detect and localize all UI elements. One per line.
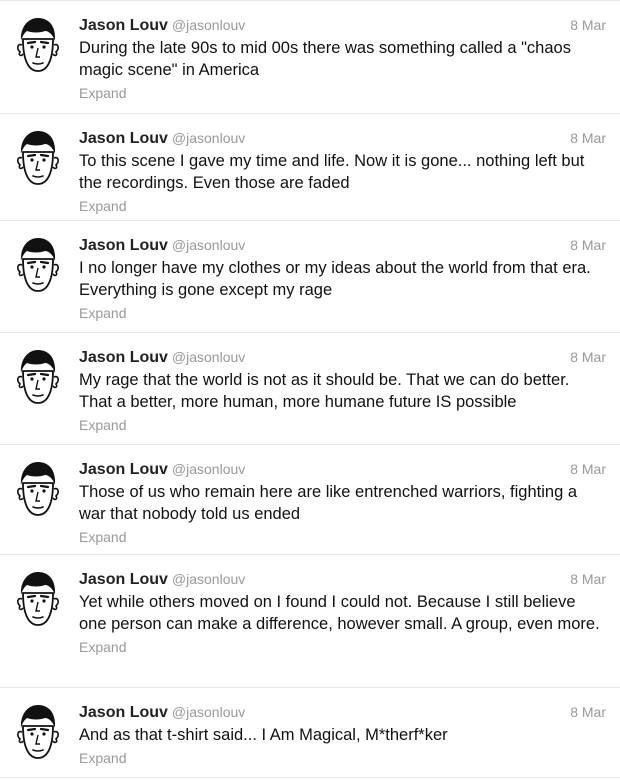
tweet-header: Jason Louv @jasonlouv 8 Mar [79, 128, 606, 148]
tweet-content: Jason Louv @jasonlouv 8 Mar And as that t… [79, 702, 606, 766]
expand-link[interactable]: Expand [79, 417, 606, 433]
tweet-text: I no longer have my clothes or my ideas … [79, 259, 591, 299]
author-handle[interactable]: @jasonlouv [172, 17, 245, 33]
tweet-date[interactable]: 8 Mar [570, 128, 606, 148]
author-handle[interactable]: @jasonlouv [172, 130, 245, 146]
avatar[interactable] [12, 459, 64, 519]
tweet-text: Yet while others moved on I found I coul… [79, 593, 600, 633]
tweet-content: Jason Louv @jasonlouv 8 Mar My rage that … [79, 347, 606, 433]
avatar-face-icon [17, 18, 59, 72]
expand-link[interactable]: Expand [79, 750, 606, 766]
tweet-text: To this scene I gave my time and life. N… [79, 152, 585, 192]
tweet-content: Jason Louv @jasonlouv 8 Mar During the la… [79, 15, 606, 101]
tweet-item[interactable]: Jason Louv @jasonlouv 8 Mar During the la… [0, 0, 620, 114]
avatar-face-icon [17, 238, 59, 292]
avatar-face-icon [17, 462, 59, 516]
tweet-date[interactable]: 8 Mar [570, 15, 606, 35]
expand-link[interactable]: Expand [79, 85, 606, 101]
tweet-date[interactable]: 8 Mar [570, 459, 606, 479]
expand-link[interactable]: Expand [79, 305, 606, 321]
author-handle[interactable]: @jasonlouv [172, 704, 245, 720]
tweet-content: Jason Louv @jasonlouv 8 Mar Those of us w… [79, 459, 606, 545]
avatar[interactable] [12, 569, 64, 629]
tweet-date[interactable]: 8 Mar [570, 235, 606, 255]
avatar[interactable] [12, 702, 64, 762]
author-handle[interactable]: @jasonlouv [172, 349, 245, 365]
tweet-item[interactable]: Jason Louv @jasonlouv 8 Mar Those of us w… [0, 445, 620, 555]
author-name[interactable]: Jason Louv [79, 237, 168, 254]
tweet-content: Jason Louv @jasonlouv 8 Mar I no longer h… [79, 235, 606, 321]
author-handle[interactable]: @jasonlouv [172, 571, 245, 587]
tweet-item[interactable]: Jason Louv @jasonlouv 8 Mar To this scene… [0, 114, 620, 221]
author-handle[interactable]: @jasonlouv [172, 461, 245, 477]
expand-link[interactable]: Expand [79, 529, 606, 545]
tweet-text: Those of us who remain here are like ent… [79, 483, 578, 523]
tweet-content: Jason Louv @jasonlouv 8 Mar To this scene… [79, 128, 606, 214]
tweet-header: Jason Louv @jasonlouv 8 Mar [79, 569, 606, 589]
tweet-timeline: Jason Louv @jasonlouv 8 Mar During the la… [0, 0, 620, 780]
tweet-text: My rage that the world is not as it shou… [79, 371, 570, 411]
tweet-date[interactable]: 8 Mar [570, 347, 606, 367]
tweet-date[interactable]: 8 Mar [570, 569, 606, 589]
author-name[interactable]: Jason Louv [79, 17, 168, 34]
author-name[interactable]: Jason Louv [79, 571, 168, 588]
tweet-header: Jason Louv @jasonlouv 8 Mar [79, 702, 606, 722]
tweet-date[interactable]: 8 Mar [570, 702, 606, 722]
avatar[interactable] [12, 128, 64, 188]
avatar-face-icon [17, 572, 59, 626]
tweet-item[interactable]: Jason Louv @jasonlouv 8 Mar My rage that … [0, 333, 620, 445]
tweet-header: Jason Louv @jasonlouv 8 Mar [79, 459, 606, 479]
tweet-header: Jason Louv @jasonlouv 8 Mar [79, 15, 606, 35]
tweet-text: During the late 90s to mid 00s there was… [79, 39, 571, 79]
avatar[interactable] [12, 235, 64, 295]
tweet-item[interactable]: Jason Louv @jasonlouv 8 Mar Yet while oth… [0, 555, 620, 688]
avatar-face-icon [17, 131, 59, 185]
expand-link[interactable]: Expand [79, 198, 606, 214]
avatar-face-icon [17, 705, 59, 759]
avatar[interactable] [12, 15, 64, 75]
tweet-header: Jason Louv @jasonlouv 8 Mar [79, 347, 606, 367]
tweet-text: And as that t-shirt said... I Am Magical… [79, 726, 448, 744]
tweet-header: Jason Louv @jasonlouv 8 Mar [79, 235, 606, 255]
author-name[interactable]: Jason Louv [79, 461, 168, 478]
tweet-item[interactable]: Jason Louv @jasonlouv 8 Mar I no longer h… [0, 221, 620, 333]
author-name[interactable]: Jason Louv [79, 349, 168, 366]
expand-link[interactable]: Expand [79, 639, 606, 655]
author-name[interactable]: Jason Louv [79, 130, 168, 147]
author-handle[interactable]: @jasonlouv [172, 237, 245, 253]
tweet-content: Jason Louv @jasonlouv 8 Mar Yet while oth… [79, 569, 606, 655]
tweet-item[interactable]: Jason Louv @jasonlouv 8 Mar And as that t… [0, 688, 620, 778]
author-name[interactable]: Jason Louv [79, 704, 168, 721]
avatar-face-icon [17, 350, 59, 404]
avatar[interactable] [12, 347, 64, 407]
